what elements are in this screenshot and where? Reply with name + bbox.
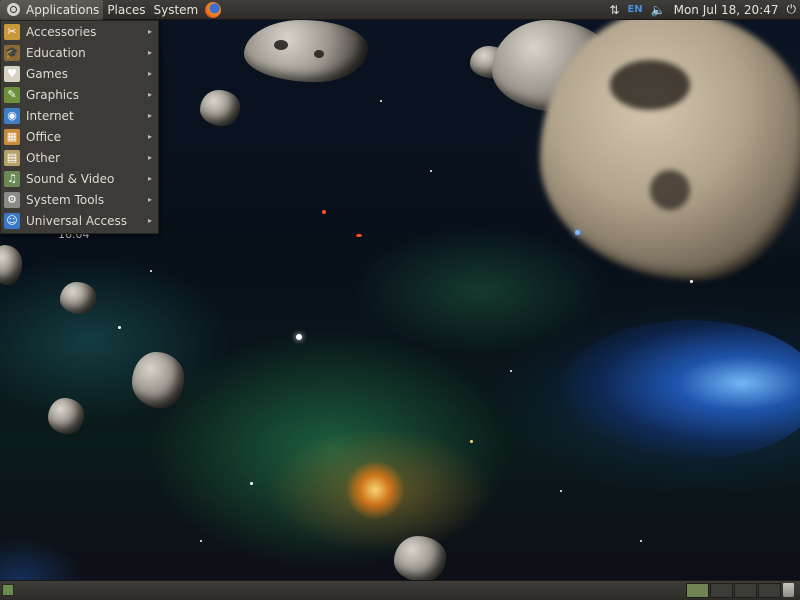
applications-menu-label: Applications [26,2,100,17]
asteroid [60,282,96,314]
menu-item-sound-video[interactable]: ♫ Sound & Video ▸ [1,168,158,189]
system-tools-icon: ⚙ [4,191,20,208]
submenu-arrow-icon: ▸ [147,153,152,162]
submenu-arrow-icon: ▸ [147,111,152,120]
menu-item-label: Sound & Video [26,171,115,186]
menu-item-accessories[interactable]: ✂ Accessories ▸ [1,21,158,42]
asteroid [132,352,184,408]
menu-item-education[interactable]: 🎓 Education ▸ [1,42,158,63]
blue-energy-wave [560,320,800,460]
submenu-arrow-icon: ▸ [147,132,152,141]
workspace-4[interactable] [758,583,781,598]
ubuntu-logo-icon [7,3,20,16]
menu-item-label: Accessories [26,24,97,39]
sound-video-icon: ♫ [4,170,20,187]
asteroid [0,245,22,285]
submenu-arrow-icon: ▸ [147,174,152,183]
workspace-1[interactable] [686,583,709,598]
accessories-icon: ✂ [4,23,20,40]
submenu-arrow-icon: ▸ [147,195,152,204]
top-panel: Applications Places System ⇅ EN 🔈 Mon Ju… [0,0,800,20]
asteroid [394,536,446,580]
universal-access-icon: ☺ [4,212,20,229]
menu-item-label: Games [26,66,68,81]
menu-item-graphics[interactable]: ✎ Graphics ▸ [1,84,158,105]
submenu-arrow-icon: ▸ [147,27,152,36]
menu-item-label: Internet [26,108,74,123]
menu-item-other[interactable]: ▤ Other ▸ [1,147,158,168]
internet-icon: ◉ [4,107,20,124]
system-tray: ⇅ EN 🔈 Mon Jul 18, 20:47 ⏻ [609,2,800,17]
clock[interactable]: Mon Jul 18, 20:47 [674,3,779,17]
places-menu-button[interactable]: Places [103,0,149,20]
trash-icon[interactable] [783,583,794,597]
menu-item-internet[interactable]: ◉ Internet ▸ [1,105,158,126]
applications-menu: ✂ Accessories ▸ 🎓 Education ▸ ♥ Games ▸ ✎ Graphics… [0,20,159,234]
workspace-2[interactable] [710,583,733,598]
firefox-icon[interactable] [205,1,222,18]
workspace-switcher [686,583,781,598]
menu-item-office[interactable]: ▦ Office ▸ [1,126,158,147]
submenu-arrow-icon: ▸ [147,48,152,57]
menu-item-label: Office [26,129,62,144]
applications-menu-button[interactable]: Applications [0,0,104,20]
show-desktop-icon[interactable] [2,584,14,596]
network-arrows-icon[interactable]: ⇅ [609,3,619,17]
graphics-icon: ✎ [4,86,20,103]
other-icon: ▤ [4,149,20,166]
menu-item-label: Other [26,150,61,165]
office-icon: ▦ [4,128,20,145]
menu-item-label: Graphics [26,87,79,102]
nebula-glow [345,460,405,520]
workspace-3[interactable] [734,583,757,598]
menu-item-system-tools[interactable]: ⚙ System Tools ▸ [1,189,158,210]
keyboard-language-indicator[interactable]: EN [627,4,642,15]
asteroid [48,398,84,434]
system-menu-button[interactable]: System [149,0,202,20]
asteroid [540,20,800,280]
menu-item-label: Universal Access [26,213,127,228]
speaker-icon[interactable]: 🔈 [651,3,666,17]
submenu-arrow-icon: ▸ [147,216,152,225]
education-icon: 🎓 [4,44,20,61]
menu-item-games[interactable]: ♥ Games ▸ [1,63,158,84]
menu-item-label: Education [26,45,86,60]
menu-item-label: System Tools [26,192,105,207]
asteroid [244,20,368,82]
submenu-arrow-icon: ▸ [147,69,152,78]
asteroid [200,90,240,126]
submenu-arrow-icon: ▸ [147,90,152,99]
bottom-panel [0,580,800,600]
menu-item-universal-access[interactable]: ☺ Universal Access ▸ [1,210,158,231]
power-icon[interactable]: ⏻ [787,2,797,17]
games-icon: ♥ [4,65,20,82]
